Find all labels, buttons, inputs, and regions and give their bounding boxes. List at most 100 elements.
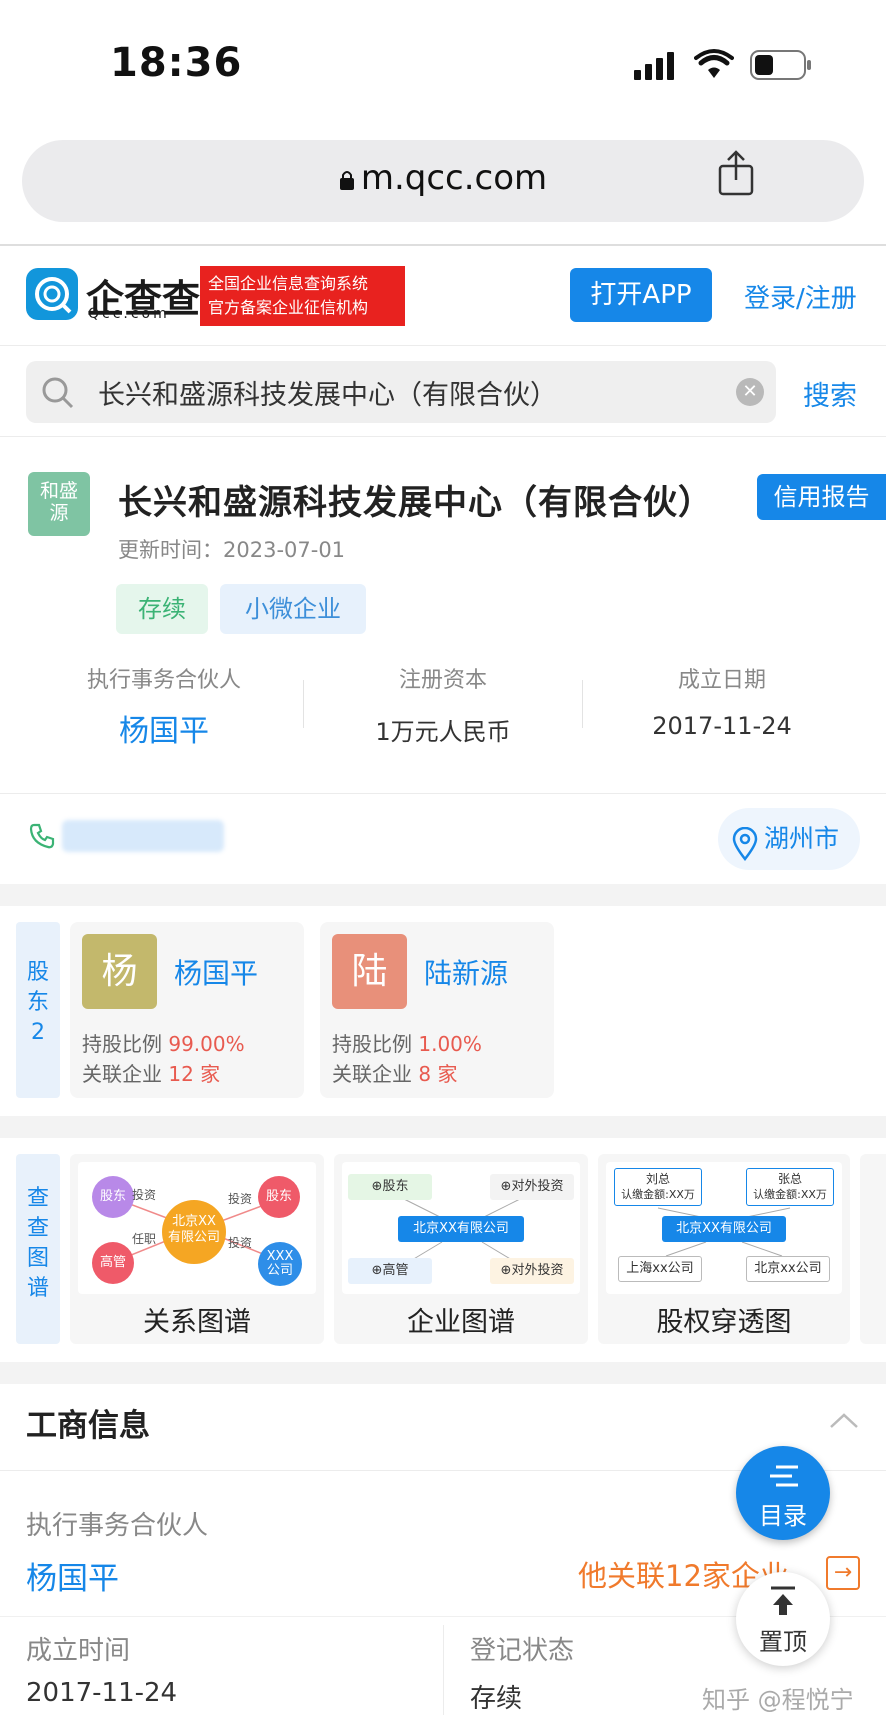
related-companies-row: 关联企业 12 家 bbox=[82, 1058, 220, 1087]
stat-value: 1万元人民币 bbox=[375, 718, 511, 746]
back-to-top-button[interactable]: 置顶 bbox=[736, 1572, 830, 1666]
equity-graph-thumbnail: 刘总 认缴金额:XX万 张总 认缴金额:XX万 北京XX有限公司 上海xx公司 北京… bbox=[606, 1162, 842, 1294]
edge-label: 任职 bbox=[132, 1232, 157, 1246]
shareholder-count: 2 bbox=[31, 1020, 45, 1045]
city-location-button[interactable]: 湖州市 bbox=[718, 808, 860, 870]
stat-value: 2017-11-24 bbox=[652, 712, 792, 740]
person-amount: 认缴金额:XX万 bbox=[753, 1188, 827, 1201]
avatar: 杨 bbox=[82, 934, 157, 1009]
top-label: 置顶 bbox=[759, 1628, 807, 1656]
box-person: 刘总认缴金额:XX万 bbox=[614, 1168, 702, 1206]
section-gap bbox=[0, 1116, 886, 1138]
box-executive: ⊕高管 bbox=[348, 1258, 432, 1284]
relationship-graph-card[interactable]: 股东 股东 高管 北京XX有限公司 XXX公司 投资 投资 任职 投资 关系图谱 bbox=[70, 1154, 324, 1344]
graph-label: 企业图谱 bbox=[407, 1307, 515, 1338]
box-shareholder: ⊕股东 bbox=[348, 1174, 432, 1200]
slogan-banner: 全国企业信息查询系统 官方备案企业征信机构 bbox=[200, 266, 405, 326]
shareholder-card[interactable]: 陆 陆新源 持股比例 1.00% 关联企业 8 家 bbox=[320, 922, 554, 1098]
edge-label: 投资 bbox=[228, 1192, 253, 1206]
holding-ratio-value: 99.00% bbox=[168, 1032, 245, 1056]
search-input[interactable]: 长兴和盛源科技发展中心（有限合伙） bbox=[26, 361, 776, 423]
section-gap bbox=[0, 884, 886, 906]
table-of-contents-button[interactable]: 目录 bbox=[736, 1446, 830, 1540]
founded-value: 2017-11-24 bbox=[26, 1678, 178, 1708]
next-graph-card-peek[interactable] bbox=[860, 1154, 886, 1344]
update-time: 更新时间：2023-07-01 bbox=[118, 538, 346, 562]
open-app-button[interactable]: 打开APP bbox=[570, 268, 712, 322]
status-value: 存续 bbox=[470, 1684, 523, 1714]
stat-founded: 成立日期 2017-11-24 bbox=[582, 662, 862, 740]
wifi-icon bbox=[694, 48, 734, 84]
enterprise-graph-card[interactable]: ⊕股东 ⊕对外投资 北京XX有限公司 ⊕高管 ⊕对外投资 企业图谱 bbox=[334, 1154, 588, 1344]
divider bbox=[0, 345, 886, 346]
related-label: 关联企业 bbox=[332, 1062, 412, 1086]
shareholder-name[interactable]: 杨国平 bbox=[174, 952, 258, 992]
phone-icon[interactable] bbox=[28, 822, 56, 854]
node-company: XXX公司 bbox=[258, 1242, 302, 1286]
logo-subtext: Qcc.com bbox=[88, 306, 170, 322]
menu-icon bbox=[768, 1464, 800, 1496]
credit-report-button[interactable]: 信用报告 bbox=[757, 474, 886, 520]
box-person: 张总认缴金额:XX万 bbox=[746, 1168, 834, 1206]
equity-graph-card[interactable]: 刘总 认缴金额:XX万 张总 认缴金额:XX万 北京XX有限公司 上海xx公司 北京… bbox=[598, 1154, 850, 1344]
holding-ratio-value: 1.00% bbox=[418, 1032, 482, 1056]
related-value: 12 家 bbox=[168, 1062, 221, 1086]
chevron-up-icon[interactable] bbox=[828, 1410, 860, 1434]
share-icon[interactable] bbox=[716, 148, 756, 202]
size-badge: 小微企业 bbox=[220, 584, 366, 634]
shareholder-tab[interactable]: 股东 2 bbox=[16, 922, 60, 1098]
node-center-company: 北京XX有限公司 bbox=[162, 1200, 226, 1264]
company-name: 长兴和盛源科技发展中心（有限合伙） bbox=[118, 483, 713, 523]
box-subsidiary: 北京xx公司 bbox=[746, 1256, 830, 1282]
search-button[interactable]: 搜索 bbox=[803, 374, 857, 413]
partner-name-link[interactable]: 杨国平 bbox=[26, 1553, 119, 1598]
box-investment: ⊕对外投资 bbox=[490, 1174, 574, 1200]
graph-label: 股权穿透图 bbox=[656, 1307, 792, 1338]
stat-partner[interactable]: 执行事务合伙人 杨国平 bbox=[24, 662, 304, 750]
login-register-link[interactable]: 登录/注册 bbox=[744, 278, 857, 315]
status-label: 登记状态 bbox=[470, 1636, 575, 1666]
city-name: 湖州市 bbox=[764, 824, 840, 853]
signal-icon bbox=[634, 52, 678, 84]
shareholder-card[interactable]: 杨 杨国平 持股比例 99.00% 关联企业 12 家 bbox=[70, 922, 304, 1098]
divider bbox=[0, 436, 886, 437]
holding-ratio-row: 持股比例 99.00% bbox=[82, 1028, 245, 1057]
status-badge: 存续 bbox=[116, 584, 208, 634]
stat-label: 执行事务合伙人 bbox=[86, 668, 241, 693]
box-center-company: 北京XX有限公司 bbox=[662, 1216, 786, 1242]
section-gap bbox=[0, 1362, 886, 1384]
search-icon bbox=[40, 375, 76, 415]
related-value: 8 家 bbox=[418, 1062, 458, 1086]
shareholder-tab-label: 股东 bbox=[26, 960, 49, 1015]
person-name: 张总 bbox=[777, 1172, 802, 1186]
avatar: 陆 bbox=[332, 934, 407, 1009]
location-pin-icon bbox=[732, 822, 758, 884]
person-name: 刘总 bbox=[645, 1172, 670, 1186]
blurred-phone bbox=[62, 820, 224, 852]
arrow-up-icon bbox=[769, 1586, 797, 1622]
status-bar: 18:36 bbox=[0, 0, 886, 130]
stat-value[interactable]: 杨国平 bbox=[24, 706, 304, 750]
person-amount: 认缴金额:XX万 bbox=[621, 1188, 695, 1201]
divider bbox=[443, 1625, 444, 1715]
box-center-company: 北京XX有限公司 bbox=[398, 1216, 524, 1242]
company-logo: 和盛源 bbox=[28, 472, 90, 536]
graph-tab[interactable]: 查查图谱 bbox=[16, 1154, 60, 1344]
holding-ratio-row: 持股比例 1.00% bbox=[332, 1028, 482, 1057]
company-logo-text: 和盛源 bbox=[39, 480, 78, 524]
watermark: 知乎 @程悦宁 bbox=[702, 1686, 854, 1714]
lock-icon bbox=[339, 160, 355, 200]
battery-icon bbox=[750, 50, 812, 84]
address-bar[interactable]: m.qcc.com bbox=[22, 140, 864, 222]
edge-label: 投资 bbox=[228, 1236, 253, 1250]
node-executive: 高管 bbox=[92, 1242, 134, 1284]
arrow-right-icon[interactable]: → bbox=[826, 1556, 860, 1590]
menu-label: 目录 bbox=[759, 1502, 807, 1530]
clear-search-icon[interactable]: ✕ bbox=[736, 378, 764, 406]
shareholder-name[interactable]: 陆新源 bbox=[424, 952, 508, 992]
partner-label: 执行事务合伙人 bbox=[26, 1511, 209, 1541]
status-time: 18:36 bbox=[110, 40, 243, 86]
edge-label: 投资 bbox=[132, 1188, 157, 1202]
qcc-logo-icon[interactable] bbox=[26, 268, 78, 320]
stat-capital: 注册资本 1万元人民币 bbox=[303, 662, 583, 747]
